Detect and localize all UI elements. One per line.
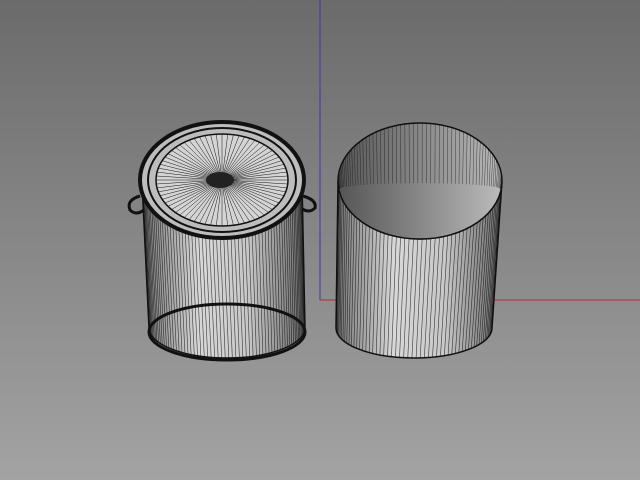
cylinder-wireframe[interactable] — [335, 122, 503, 359]
paint-can-wireframe[interactable] — [127, 120, 317, 362]
lid-center — [206, 172, 234, 188]
3d-viewport[interactable] — [0, 0, 640, 480]
